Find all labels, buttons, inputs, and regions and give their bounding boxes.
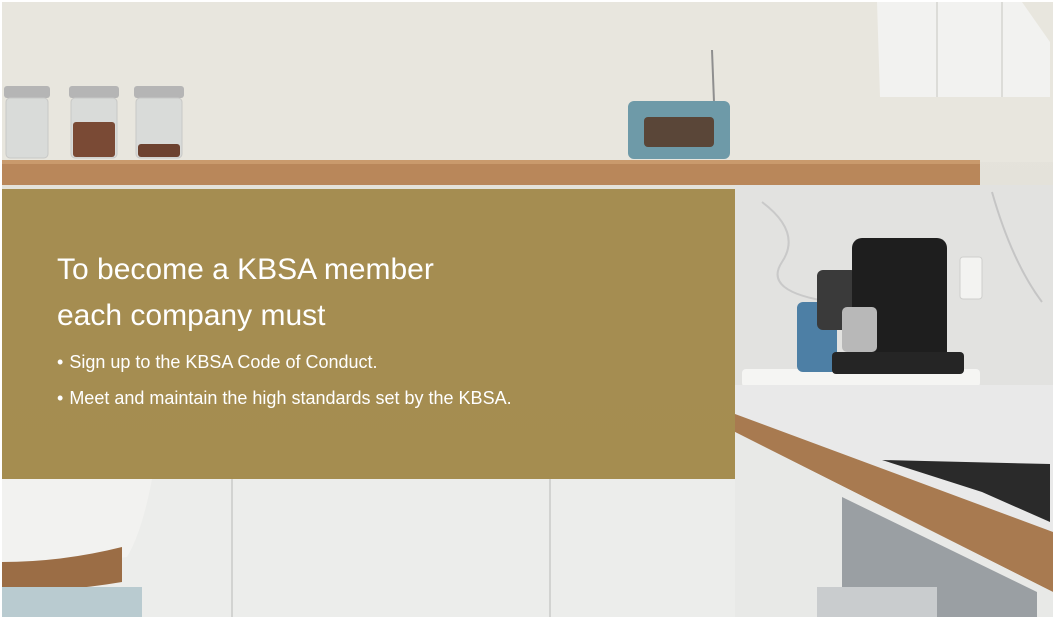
heading-line-2: each company must (57, 299, 326, 332)
jar-2 (69, 86, 119, 159)
membership-info-panel: To become a KBSA member each company mus… (2, 189, 735, 479)
list-item: • Meet and maintain the high standards se… (57, 388, 512, 408)
bullet-icon: • (57, 388, 64, 408)
hero-section: To become a KBSA member each company mus… (2, 2, 1053, 617)
jar-3 (134, 86, 184, 159)
panel-heading: To become a KBSA member each company mus… (57, 247, 577, 339)
heading-line-1: To become a KBSA member (57, 253, 434, 286)
list-item: • Sign up to the KBSA Code of Conduct. (57, 352, 378, 372)
requirements-list: • Sign up to the KBSA Code of Conduct. • M… (57, 351, 512, 423)
bullet-icon: • (57, 352, 64, 372)
jar-1 (4, 86, 50, 159)
